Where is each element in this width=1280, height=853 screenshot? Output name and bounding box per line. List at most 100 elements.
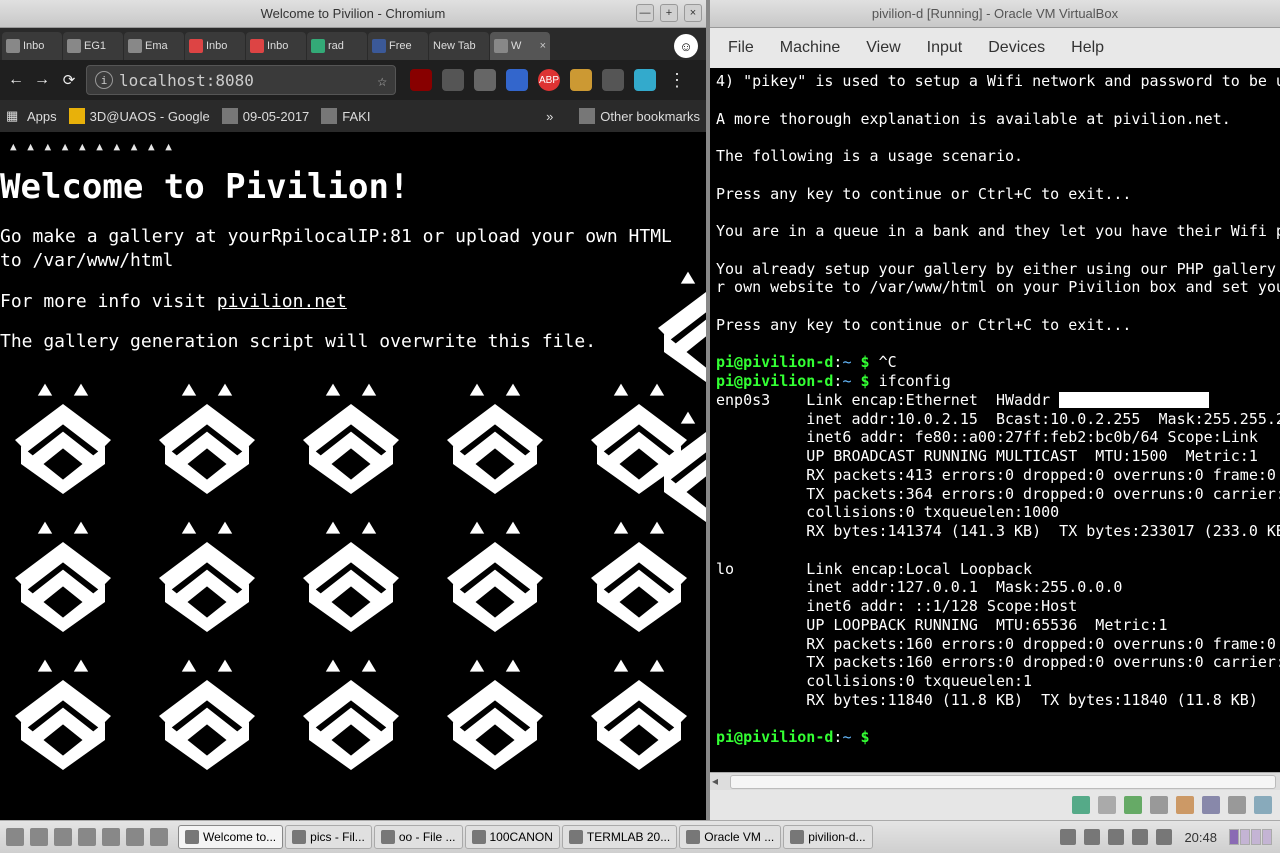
decorative-row: ▲ ▲ ▲ ▲ ▲ ▲ ▲ ▲ ▲ ▲ [0,140,702,153]
tab-item[interactable]: Inbo [246,32,306,60]
menu-view[interactable]: View [866,39,900,57]
recording-icon[interactable] [1228,796,1246,814]
chromium-titlebar[interactable]: Welcome to Pivilion - Chromium — + × [0,0,706,28]
tab-item-active[interactable]: W× [490,32,550,60]
page-text: The gallery generation script will overw… [0,330,702,354]
bookmark-item[interactable]: FAKI [321,108,370,124]
menu-file[interactable]: File [728,39,754,57]
pivilion-link[interactable]: pivilion.net [217,291,347,312]
logo-cell [288,650,414,770]
workspace-2[interactable] [1240,829,1250,845]
task-button[interactable]: Oracle VM ... [679,825,781,849]
quick-launch [0,828,174,846]
logo-cell [144,650,270,770]
show-desktop-icon[interactable] [6,828,24,846]
system-tray: 20:48 [1052,829,1280,845]
task-button[interactable]: pics - Fil... [285,825,372,849]
tab-item[interactable]: Ema [124,32,184,60]
tab-item[interactable]: rad [307,32,367,60]
reload-button[interactable]: ⟳ [58,69,80,91]
vbox-titlebar[interactable]: pivilion-d [Running] - Oracle VM Virtual… [710,0,1280,28]
app-icon [292,830,306,844]
browser-icon[interactable] [126,828,144,846]
mouse-integration-icon[interactable] [1254,796,1272,814]
terminal-icon[interactable] [78,828,96,846]
tray-icon[interactable] [1132,829,1148,845]
bookmark-item[interactable]: 09-05-2017 [222,108,310,124]
forward-button[interactable]: → [32,70,52,90]
network-icon[interactable] [1124,796,1142,814]
close-button[interactable]: × [684,4,702,22]
pivilion-logo-icon [435,650,555,770]
site-info-icon[interactable]: i [95,71,113,89]
bookmarks-overflow[interactable]: » [546,109,553,124]
extension-icon[interactable] [634,69,656,91]
pivilion-logo-icon [3,512,123,632]
profile-avatar[interactable]: ☺ [674,34,698,58]
apps-button[interactable]: ▦Apps [6,108,57,124]
chromium-title: Welcome to Pivilion - Chromium [261,6,446,21]
vbox-hscrollbar[interactable]: ◂ [710,772,1280,790]
tab-item[interactable]: EG1 [63,32,123,60]
bookmark-item[interactable]: 3D@UAOS - Google [69,108,210,124]
other-bookmarks[interactable]: Other bookmarks [579,108,700,124]
shared-folders-icon[interactable] [1176,796,1194,814]
address-bar[interactable]: i localhost:8080 ☆ [86,65,396,95]
battery-tray-icon[interactable] [1108,829,1124,845]
task-button[interactable]: pivilion-d... [783,825,872,849]
harddisk-icon[interactable] [1072,796,1090,814]
workspace-3[interactable] [1251,829,1261,845]
extension-icon[interactable] [602,69,624,91]
virtualbox-window: pivilion-d [Running] - Oracle VM Virtual… [706,0,1280,820]
task-button[interactable]: TERMLAB 20... [562,825,677,849]
logo-cell [144,374,270,494]
maximize-button[interactable]: + [660,4,678,22]
pivilion-logo-icon [646,402,706,522]
display-icon[interactable] [1202,796,1220,814]
scroll-left-icon[interactable]: ◂ [712,774,718,788]
pivilion-logo-icon [3,374,123,494]
clock[interactable]: 20:48 [1180,830,1221,845]
task-button[interactable]: 100CANON [465,825,560,849]
tray-icon[interactable] [1156,829,1172,845]
optical-icon[interactable] [1098,796,1116,814]
tab-item[interactable]: Inbo [185,32,245,60]
menu-machine[interactable]: Machine [780,39,840,57]
adblock-icon[interactable]: ABP [538,69,560,91]
files-icon[interactable] [102,828,120,846]
extension-icon[interactable] [442,69,464,91]
tab-close-icon[interactable]: × [540,40,546,52]
bookmark-star-icon[interactable]: ☆ [377,71,387,90]
url-text: localhost:8080 [119,71,254,90]
network-tray-icon[interactable] [1060,829,1076,845]
tab-item[interactable]: New Tab [429,32,489,60]
extension-icon[interactable] [506,69,528,91]
browser-menu-button[interactable]: ⋮ [662,70,692,91]
tab-item[interactable]: Inbo [2,32,62,60]
logo-cell [288,374,414,494]
minimize-button[interactable]: — [636,4,654,22]
launcher-icon[interactable] [54,828,72,846]
back-button[interactable]: ← [6,70,26,90]
pivilion-logo-icon [291,374,411,494]
vm-terminal[interactable]: 4) "pikey" is used to setup a Wifi netwo… [710,68,1280,772]
logo-cell [0,650,126,770]
menu-devices[interactable]: Devices [988,39,1045,57]
scroll-thumb[interactable] [730,775,1276,789]
workspace-1[interactable] [1229,829,1239,845]
usb-icon[interactable] [1150,796,1168,814]
workspace-switcher[interactable] [1229,829,1272,845]
task-button[interactable]: Welcome to... [178,825,283,849]
ublock-icon[interactable] [410,69,432,91]
launcher-icon[interactable] [30,828,48,846]
workspace-4[interactable] [1262,829,1272,845]
extension-icon[interactable] [474,69,496,91]
menu-input[interactable]: Input [927,39,963,57]
tab-item[interactable]: Free [368,32,428,60]
launcher-icon[interactable] [150,828,168,846]
task-button[interactable]: oo - File ... [374,825,463,849]
extension-icon[interactable] [570,69,592,91]
menu-help[interactable]: Help [1071,39,1104,57]
pivilion-logo-icon [579,650,699,770]
volume-tray-icon[interactable] [1084,829,1100,845]
